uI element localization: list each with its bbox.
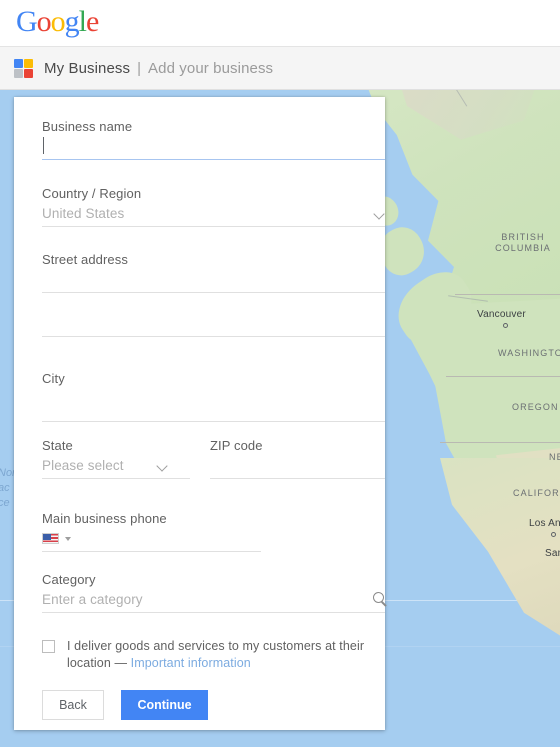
caret-down-icon[interactable] bbox=[65, 537, 71, 541]
map-label-british-columbia: BRITISH COLUMBIA bbox=[495, 232, 551, 253]
country-region-label: Country / Region bbox=[42, 186, 142, 201]
city-label: City bbox=[42, 371, 65, 386]
map-label-california: CALIFORNIA bbox=[513, 488, 560, 498]
text-cursor bbox=[43, 137, 44, 154]
app-subtitle: Add your business bbox=[148, 59, 274, 77]
map-label-oregon: OREGON bbox=[512, 402, 559, 412]
logo-letter: e bbox=[86, 5, 99, 38]
city-input[interactable] bbox=[42, 386, 385, 422]
street-address-line1-input[interactable] bbox=[42, 267, 385, 293]
category-placeholder: Enter a category bbox=[42, 592, 143, 607]
important-information-link[interactable]: Important information bbox=[131, 656, 251, 670]
map-border bbox=[440, 442, 560, 443]
logo-letter: o bbox=[50, 5, 66, 38]
zip-code-label: ZIP code bbox=[210, 438, 263, 453]
street-address-line2-field[interactable] bbox=[42, 303, 385, 337]
map-city-dot bbox=[503, 323, 508, 328]
deliver-goods-row[interactable]: I deliver goods and services to my custo… bbox=[42, 638, 372, 672]
street-address-line2-input[interactable] bbox=[42, 303, 385, 337]
google-logo[interactable]: Google bbox=[16, 5, 99, 39]
map-label-san-diego: San bbox=[545, 548, 560, 559]
map-label-vancouver: Vancouver bbox=[477, 309, 526, 320]
business-name-input[interactable] bbox=[42, 134, 385, 160]
logo-letter: g bbox=[64, 5, 80, 38]
logo-bar: Google bbox=[0, 0, 560, 46]
deliver-goods-checkbox[interactable] bbox=[42, 640, 55, 653]
map-border bbox=[455, 294, 560, 295]
category-field[interactable]: Category Enter a category bbox=[42, 572, 385, 613]
category-label: Category bbox=[42, 572, 96, 587]
continue-button[interactable]: Continue bbox=[121, 690, 208, 720]
app-title[interactable]: My Business bbox=[44, 60, 130, 77]
chevron-down-icon bbox=[156, 460, 168, 472]
state-field[interactable]: State Please select bbox=[42, 438, 190, 479]
main-business-phone-label: Main business phone bbox=[42, 511, 167, 526]
state-placeholder: Please select bbox=[42, 458, 124, 473]
map-label-los-angeles: Los An bbox=[529, 518, 560, 529]
map-label-washington: WASHINGTON bbox=[498, 348, 560, 358]
business-name-label: Business name bbox=[42, 119, 133, 134]
country-region-select[interactable]: United States bbox=[42, 201, 385, 227]
chevron-down-icon bbox=[373, 208, 385, 220]
main-business-phone-field[interactable]: Main business phone bbox=[42, 511, 261, 552]
add-business-form-card: Business name Country / Region United St… bbox=[14, 97, 385, 730]
main-business-phone-input[interactable] bbox=[42, 526, 261, 552]
zip-code-input[interactable] bbox=[210, 453, 385, 479]
category-input[interactable]: Enter a category bbox=[42, 587, 385, 613]
app-bar: My Business | Add your business bbox=[0, 46, 560, 90]
back-button[interactable]: Back bbox=[42, 690, 104, 720]
logo-letter: l bbox=[78, 5, 87, 38]
logo-letter: o bbox=[36, 5, 52, 38]
logo-letter: G bbox=[16, 5, 38, 38]
state-select[interactable]: Please select bbox=[42, 453, 190, 479]
app-bar-separator: | bbox=[137, 59, 142, 77]
my-business-pinwheel-icon bbox=[14, 58, 33, 78]
search-icon[interactable] bbox=[373, 592, 384, 603]
city-field[interactable]: City bbox=[42, 371, 385, 422]
map-label-nevada: NE bbox=[549, 452, 560, 462]
map-border bbox=[446, 376, 560, 377]
street-address-field[interactable]: Street address bbox=[42, 252, 385, 293]
deliver-goods-label: I deliver goods and services to my custo… bbox=[67, 638, 372, 672]
state-label: State bbox=[42, 438, 73, 453]
business-name-field[interactable]: Business name bbox=[42, 119, 385, 160]
form-actions: Back Continue bbox=[42, 690, 385, 720]
zip-code-field[interactable]: ZIP code bbox=[210, 438, 385, 479]
street-address-label: Street address bbox=[42, 252, 128, 267]
us-flag-icon[interactable] bbox=[42, 533, 59, 544]
country-region-value: United States bbox=[42, 206, 125, 221]
country-region-field[interactable]: Country / Region United States bbox=[42, 186, 385, 227]
map-city-dot bbox=[551, 532, 556, 537]
